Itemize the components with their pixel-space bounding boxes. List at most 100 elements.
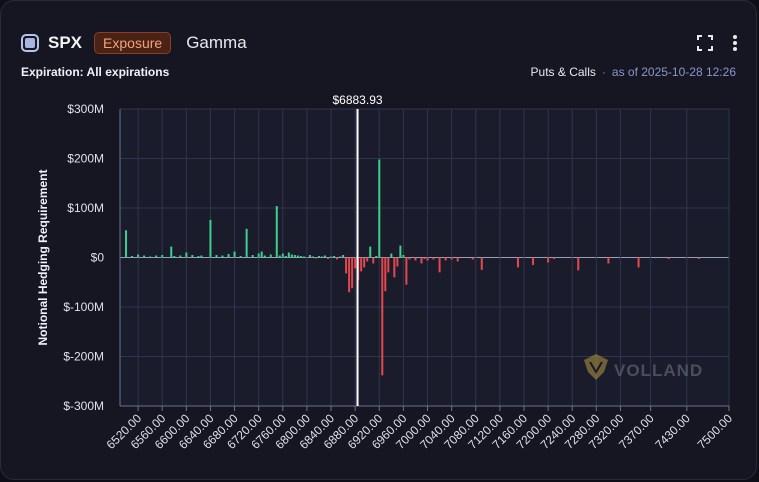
gamma-bar[interactable] xyxy=(408,257,411,260)
gamma-bar[interactable] xyxy=(314,257,317,259)
gamma-bar[interactable] xyxy=(375,256,378,258)
gamma-bar[interactable] xyxy=(516,257,519,268)
gamma-bar[interactable] xyxy=(342,255,345,258)
gamma-bar[interactable] xyxy=(360,257,363,272)
gamma-bar[interactable] xyxy=(354,257,357,269)
gamma-bar[interactable] xyxy=(330,256,333,258)
gamma-bar[interactable] xyxy=(137,254,140,258)
gamma-bar[interactable] xyxy=(480,257,483,270)
gamma-bar[interactable] xyxy=(239,256,242,258)
gamma-bar[interactable] xyxy=(269,254,272,258)
y-tick-label: $-100M xyxy=(63,300,104,314)
gamma-bar[interactable] xyxy=(263,255,266,258)
gamma-bar[interactable] xyxy=(369,246,372,258)
gamma-bar[interactable] xyxy=(324,255,327,258)
gamma-bar[interactable] xyxy=(450,257,453,260)
gamma-bar[interactable] xyxy=(432,257,435,260)
gamma-bar[interactable] xyxy=(155,255,158,258)
gamma-bar-chart: $300M$200M$100M$0$-100M$-200M$-300M6520.… xyxy=(36,93,735,452)
volland-watermark: VOLLAND xyxy=(614,361,703,380)
gamma-bar[interactable] xyxy=(173,256,176,258)
gamma-bar[interactable] xyxy=(405,257,408,285)
gamma-bar[interactable] xyxy=(284,256,287,258)
gamma-bar[interactable] xyxy=(607,257,610,264)
gamma-bar[interactable] xyxy=(200,255,203,258)
gamma-bar[interactable] xyxy=(414,257,417,261)
y-tick-label: $-300M xyxy=(63,399,104,413)
gamma-bar[interactable] xyxy=(179,255,182,258)
gamma-bar[interactable] xyxy=(320,256,323,258)
gamma-bar[interactable] xyxy=(396,257,399,267)
gamma-bar[interactable] xyxy=(336,257,339,260)
gamma-bar[interactable] xyxy=(245,228,248,258)
gamma-bar[interactable] xyxy=(420,257,423,264)
gamma-bar[interactable] xyxy=(143,255,146,258)
gamma-bar[interactable] xyxy=(378,159,381,258)
gamma-bar[interactable] xyxy=(697,257,700,259)
gamma-bar[interactable] xyxy=(339,256,342,258)
gamma-bar[interactable] xyxy=(577,257,580,271)
y-tick-label: $300M xyxy=(67,102,104,116)
gamma-bar[interactable] xyxy=(444,257,447,261)
gamma-bar[interactable] xyxy=(363,257,366,268)
gamma-bar[interactable] xyxy=(366,257,369,262)
gamma-bar[interactable] xyxy=(345,257,348,274)
gamma-bar[interactable] xyxy=(302,256,305,258)
gamma-bar[interactable] xyxy=(553,257,556,259)
gamma-bar[interactable] xyxy=(215,255,218,258)
y-tick-label: $-200M xyxy=(63,350,104,364)
gamma-bar[interactable] xyxy=(125,230,128,258)
gamma-bar[interactable] xyxy=(390,253,393,258)
gamma-bar[interactable] xyxy=(381,257,384,376)
y-tick-label: $100M xyxy=(67,201,104,215)
gamma-bar[interactable] xyxy=(311,256,314,258)
gamma-bar[interactable] xyxy=(399,245,402,258)
gamma-bar[interactable] xyxy=(209,219,212,258)
gamma-bar[interactable] xyxy=(287,252,290,258)
gamma-bar[interactable] xyxy=(149,256,152,258)
gamma-bar[interactable] xyxy=(221,255,224,258)
gamma-bar[interactable] xyxy=(170,246,173,258)
gamma-bar[interactable] xyxy=(532,257,535,265)
y-tick-label: $200M xyxy=(67,152,104,166)
gamma-bar[interactable] xyxy=(348,257,351,293)
gamma-bar[interactable] xyxy=(308,255,311,258)
gamma-bar[interactable] xyxy=(281,253,284,258)
gamma-bar[interactable] xyxy=(191,255,194,258)
gamma-bar[interactable] xyxy=(402,255,405,258)
gamma-bar[interactable] xyxy=(227,254,230,258)
gamma-bar[interactable] xyxy=(233,251,236,258)
gamma-bar[interactable] xyxy=(547,257,550,263)
gamma-bar[interactable] xyxy=(637,257,640,268)
gamma-bar[interactable] xyxy=(317,256,320,258)
gamma-bar[interactable] xyxy=(251,255,254,258)
gamma-bar[interactable] xyxy=(131,256,134,258)
gamma-bar[interactable] xyxy=(423,257,426,259)
gamma-bar[interactable] xyxy=(372,257,375,264)
gamma-bar[interactable] xyxy=(278,255,281,258)
y-tick-label: $0 xyxy=(91,251,105,265)
gamma-bar[interactable] xyxy=(438,257,441,273)
y-axis-title: Notional Hedging Requirement xyxy=(36,169,50,345)
gamma-bar[interactable] xyxy=(351,257,354,289)
gamma-bar[interactable] xyxy=(275,206,278,258)
gamma-bar[interactable] xyxy=(333,256,336,258)
gamma-bar[interactable] xyxy=(290,254,293,258)
gamma-bar[interactable] xyxy=(387,257,390,273)
gamma-bar[interactable] xyxy=(197,256,200,258)
gamma-bar[interactable] xyxy=(185,252,188,258)
gamma-bar[interactable] xyxy=(471,257,474,260)
gamma-bar[interactable] xyxy=(257,253,260,258)
gamma-bar[interactable] xyxy=(667,257,670,259)
gamma-bar[interactable] xyxy=(296,255,299,258)
gamma-bar[interactable] xyxy=(327,257,330,259)
gamma-bar[interactable] xyxy=(299,256,302,258)
gamma-bar[interactable] xyxy=(384,257,387,292)
gamma-bar[interactable] xyxy=(456,257,459,262)
gamma-bar[interactable] xyxy=(260,251,263,258)
gamma-bar[interactable] xyxy=(293,255,296,258)
gamma-bar[interactable] xyxy=(426,257,429,261)
gamma-bar[interactable] xyxy=(161,255,164,258)
gamma-bar[interactable] xyxy=(393,257,396,278)
spot-price-label: $6883.93 xyxy=(332,93,382,107)
